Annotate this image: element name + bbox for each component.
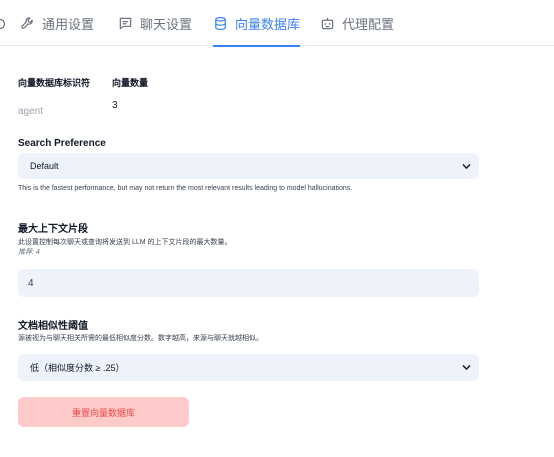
tab-label: 向量数据库: [235, 16, 301, 32]
similarity-threshold-title: 文档相似性阈值: [18, 321, 88, 332]
tab-label: 通用设置: [42, 16, 95, 32]
settings-tab-bar: 通用设置 聊天设置 向量数据库 代理配置: [0, 0, 554, 47]
tab-chat-settings[interactable]: 聊天设置: [118, 0, 192, 46]
tab-general-settings[interactable]: 通用设置: [20, 0, 94, 46]
chat-bubble-icon: [119, 17, 132, 29]
wrench-icon: [21, 16, 33, 29]
max-context-help: 此设置控制每次聊天或查询将发送到 LLM 的上下文片段的最大数量。: [18, 239, 232, 246]
robot-icon: [321, 17, 334, 29]
similarity-threshold-select[interactable]: 低（相似度分数 ≥ .25）: [18, 354, 479, 381]
tab-label: 聊天设置: [140, 16, 193, 32]
chevron-down-icon: [462, 365, 471, 370]
max-context-input[interactable]: [18, 269, 479, 297]
chevron-icon: [0, 17, 6, 29]
search-preference-select[interactable]: Default: [18, 153, 479, 179]
tab-vector-database[interactable]: 向量数据库: [213, 0, 301, 47]
tab-label: 代理配置: [342, 16, 395, 32]
search-preference-help: This is the fastest performance, but may…: [18, 185, 353, 192]
chevron-down-icon: [462, 163, 471, 169]
vector-count-value: 3: [112, 100, 118, 111]
similarity-threshold-help: 源被视为与聊天相关所需的最低相似度分数。数字越高，来源与聊天就越相似。: [18, 335, 263, 342]
max-context-title: 最大上下文片段: [18, 224, 88, 235]
vector-db-identifier-value: agent: [18, 106, 44, 117]
vector-db-settings-page: 通用设置 聊天设置 向量数据库 代理配置 向量数据库标识符 向量数量 agent…: [0, 0, 554, 457]
search-preference-title: Search Preference: [18, 138, 106, 149]
similarity-threshold-selected: 低（相似度分数 ≥ .25）: [30, 363, 125, 373]
vector-count-label: 向量数量: [112, 78, 149, 88]
search-preference-selected: Default: [30, 161, 59, 171]
database-icon: [215, 16, 226, 30]
tab-agent-config[interactable]: 代理配置: [320, 0, 394, 46]
vector-db-identifier-label: 向量数据库标识符: [18, 78, 91, 88]
reset-vector-db-button[interactable]: 重置向量数据库: [18, 397, 189, 427]
max-context-recommend: 推荐: 4: [18, 249, 40, 256]
